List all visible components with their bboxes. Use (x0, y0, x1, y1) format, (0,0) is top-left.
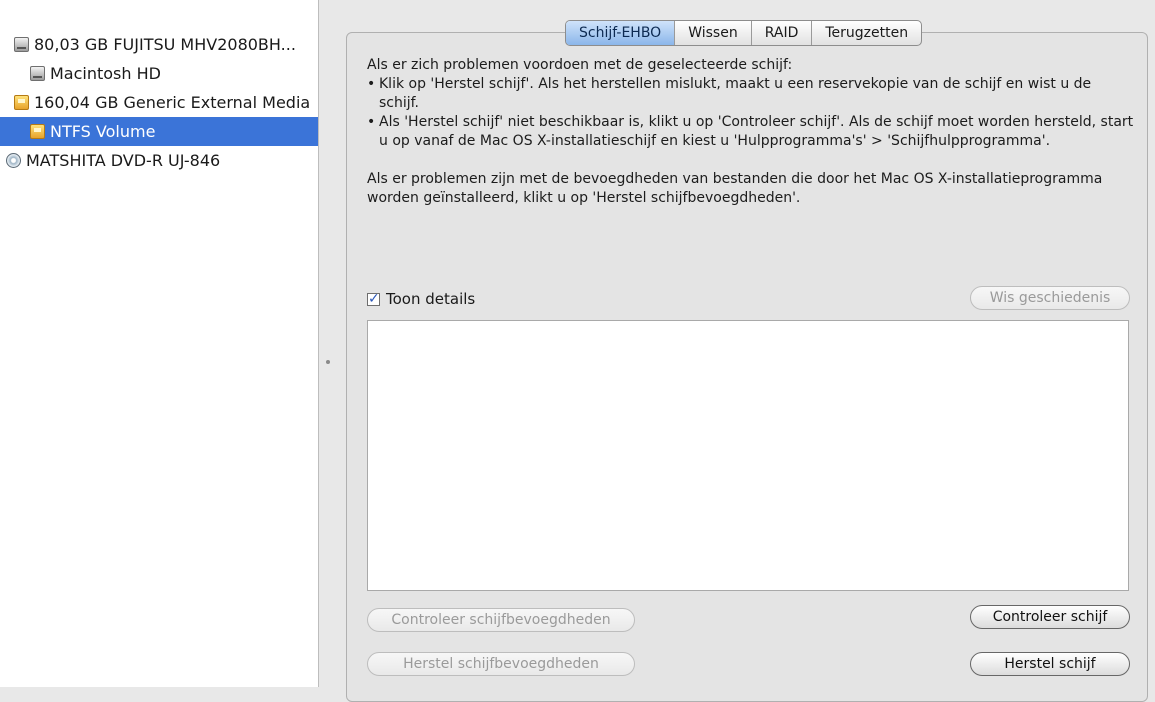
sidebar-top-gap (0, 0, 318, 30)
sidebar-item-dvd-drive[interactable]: MATSHITA DVD-R UJ-846 (0, 146, 318, 175)
verify-permissions-button[interactable]: Controleer schijfbevoegdheden (367, 608, 635, 632)
tab-raid[interactable]: RAID (750, 21, 812, 45)
instruction-bullet: Klik op 'Herstel schijf'. Als het herste… (367, 75, 1135, 113)
sidebar-item-ntfs-volume[interactable]: NTFS Volume (0, 117, 318, 146)
clear-history-button[interactable]: Wis geschiedenis (970, 286, 1130, 310)
instructions-intro: Als er zich problemen voordoen met de ge… (367, 57, 793, 73)
repair-disk-button[interactable]: Herstel schijf (970, 652, 1130, 676)
dvd-drive-icon (6, 153, 21, 168)
details-log-area[interactable] (367, 320, 1129, 591)
instructions-list: Klik op 'Herstel schijf'. Als het herste… (367, 75, 1135, 151)
sidebar-item-fujitsu-disk[interactable]: 80,03 GB FUJITSU MHV2080BH... (0, 30, 318, 59)
sidebar-item-label: NTFS Volume (50, 122, 156, 141)
repair-permissions-button[interactable]: Herstel schijfbevoegdheden (367, 652, 635, 676)
checkbox-checked-icon[interactable] (367, 289, 380, 309)
sidebar-item-label: Macintosh HD (50, 64, 161, 83)
instructions-text: Als er zich problemen voordoen met de ge… (367, 56, 1135, 208)
permissions-note: Als er problemen zijn met de bevoegdhede… (367, 171, 1103, 206)
tab-terugzetten[interactable]: Terugzetten (811, 21, 921, 45)
splitter-handle[interactable] (326, 360, 330, 364)
sidebar-item-macintosh-hd[interactable]: Macintosh HD (0, 59, 318, 88)
instruction-bullet: Als 'Herstel schijf' niet beschikbaar is… (367, 113, 1135, 151)
show-details-label: Toon details (386, 290, 476, 308)
external-drive-icon (14, 95, 29, 110)
sidebar-item-label: MATSHITA DVD-R UJ-846 (26, 151, 221, 170)
verify-disk-button[interactable]: Controleer schijf (970, 605, 1130, 629)
tab-schijf-ehbo[interactable]: Schijf-EHBO (566, 21, 675, 45)
disk-list-sidebar[interactable]: 80,03 GB FUJITSU MHV2080BH... Macintosh … (0, 0, 319, 687)
hard-drive-icon (14, 37, 29, 52)
sidebar-item-external-media[interactable]: 160,04 GB Generic External Media (0, 88, 318, 117)
sidebar-item-label: 80,03 GB FUJITSU MHV2080BH... (34, 35, 296, 54)
external-drive-icon (30, 124, 45, 139)
show-details-checkbox[interactable]: Toon details (367, 289, 475, 309)
sidebar-item-label: 160,04 GB Generic External Media (34, 93, 311, 112)
hard-drive-icon (30, 66, 45, 81)
tab-wissen[interactable]: Wissen (674, 21, 751, 45)
tab-bar: Schijf-EHBO Wissen RAID Terugzetten (565, 20, 923, 46)
